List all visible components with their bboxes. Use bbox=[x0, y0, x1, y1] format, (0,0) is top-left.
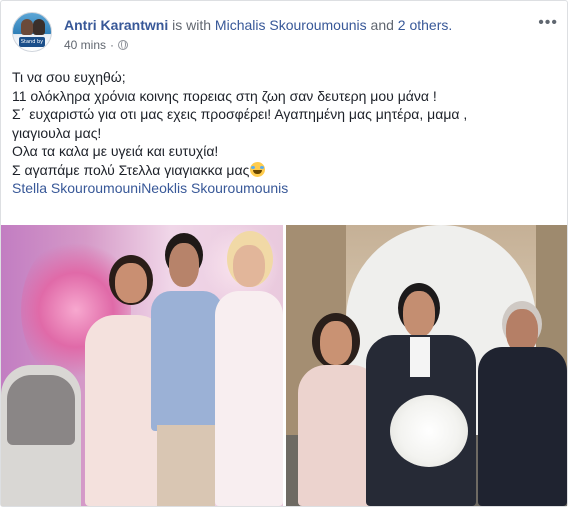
photo-wedding-walk[interactable] bbox=[286, 225, 567, 506]
tagged-person-link[interactable]: Michalis Skouroumounis bbox=[215, 17, 367, 33]
photo-grid bbox=[1, 225, 567, 506]
post-text: Τι να σου ευχηθώ; 11 ολόκληρα χρόνια κοι… bbox=[12, 68, 558, 198]
post-line: 11 ολόκληρα χρόνια κοινης πορειας στη ζω… bbox=[12, 87, 437, 104]
post-line: Σ΄ ευχαριστώ για οτι μας εχεις προσφέρει… bbox=[12, 106, 468, 122]
post-header: Stand by Greece Antri Karantwni is with … bbox=[12, 12, 558, 56]
author-name[interactable]: Antri Karantwni bbox=[64, 17, 168, 33]
with-text: is with bbox=[172, 17, 212, 33]
post-line: Ολα τα καλα με υγειά και ευτυχία! bbox=[12, 143, 219, 159]
post-meta: 40 mins · bbox=[64, 38, 129, 52]
post-tags: Stella SkouroumouniNeoklis Skouroumounis bbox=[12, 179, 558, 198]
avatar-badge: Stand by Greece bbox=[19, 37, 45, 52]
post-line-with-emoji: Σ αγαπάμε πολύ Στελλα γιαγιακκα μας bbox=[12, 161, 558, 180]
post-line: Σ αγαπάμε πολύ Στελλα γιαγιακκα μας bbox=[12, 161, 250, 178]
photo-family-party[interactable] bbox=[1, 225, 283, 506]
others-link[interactable]: 2 others. bbox=[398, 17, 452, 33]
laughing-tears-emoji-icon bbox=[250, 161, 266, 177]
and-text: and bbox=[370, 17, 394, 33]
post-line: Τι να σου ευχηθώ; bbox=[12, 69, 126, 85]
facebook-post: Stand by Greece Antri Karantwni is with … bbox=[0, 0, 568, 507]
tag-link[interactable]: Stella Skouroumouni bbox=[12, 180, 141, 196]
post-line: γιαγιουλα μας! bbox=[12, 124, 102, 141]
author-line: Antri Karantwni is with Michalis Skourou… bbox=[64, 16, 452, 34]
globe-icon[interactable] bbox=[118, 40, 129, 50]
tag-link[interactable]: Neoklis Skouroumounis bbox=[141, 180, 288, 196]
author-avatar[interactable]: Stand by Greece bbox=[12, 12, 52, 52]
more-options-icon[interactable]: ••• bbox=[538, 14, 558, 32]
post-timestamp[interactable]: 40 mins bbox=[64, 38, 106, 52]
